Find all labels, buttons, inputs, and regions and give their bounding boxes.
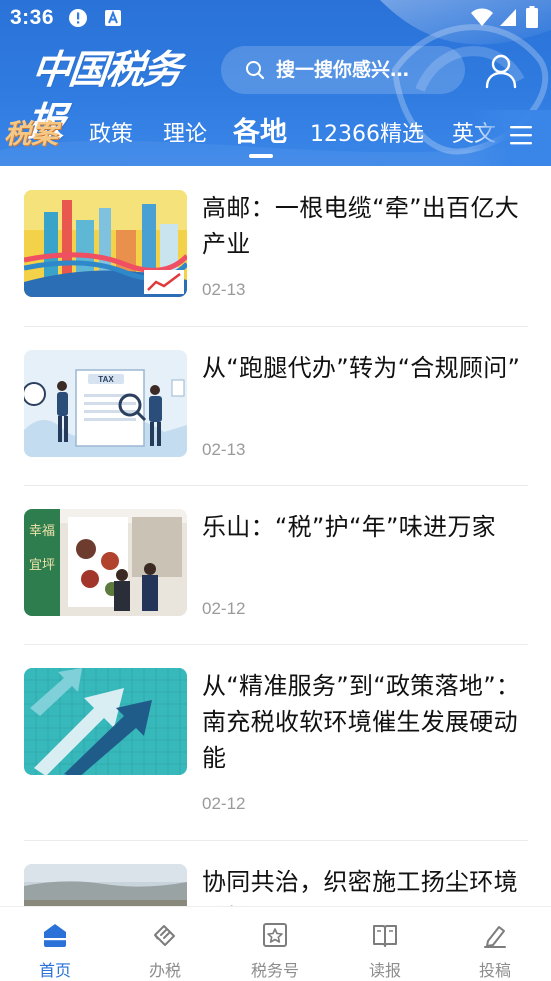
article-title: 乐山：“税”护“年”味进万家 (202, 513, 496, 541)
tab-policy[interactable]: 政策 (89, 118, 133, 152)
list-divider (24, 840, 528, 841)
banner-text-2: 宜坪 (29, 558, 55, 573)
list-divider (24, 644, 528, 645)
list-divider (24, 326, 528, 327)
article-list: 高邮：一根电缆“牵”出百亿大产业 02-13 TAX 从“跑腿代办”转为“合规顾… (0, 166, 551, 906)
article-date: 02-13 (202, 440, 246, 459)
nav-submit[interactable]: 投稿 (440, 907, 550, 981)
article-item[interactable]: 幸福 宜坪 乐山：“税”护“年”味进万家 02-12 (24, 509, 528, 618)
star-badge-icon (263, 923, 287, 947)
nav-read-paper[interactable]: 读报 (330, 907, 440, 981)
article-date: 02-12 (202, 794, 246, 813)
tax-label: TAX (98, 375, 114, 384)
article-title: 协同共治，织密施工扬尘环境防护网 (202, 868, 518, 906)
signal-icon (500, 9, 516, 26)
article-item[interactable]: TAX 从“跑腿代办”转为“合规顾问” 02-13 (24, 350, 528, 459)
status-time: 3:36 (10, 6, 55, 29)
tax-service-icon (154, 925, 175, 946)
alert-icon (69, 9, 87, 27)
menu-icon[interactable] (510, 125, 532, 145)
tab-tax-case[interactable]: 税案 (4, 118, 58, 152)
bottom-navigation: 首页 办税 税务号 读报 投稿 (0, 906, 551, 981)
nav-label: 投稿 (478, 961, 511, 980)
article-thumbnail (24, 864, 187, 906)
banner-text-1: 幸福 (29, 524, 55, 539)
tab-regional[interactable]: 各地 (233, 116, 287, 150)
search-placeholder: 搜一搜你感兴… (276, 59, 410, 81)
nav-label: 读报 (368, 961, 401, 980)
article-date: 02-13 (202, 280, 246, 299)
article-thumbnail (24, 668, 187, 775)
status-bar: 3:36 (0, 0, 551, 36)
article-thumbnail: TAX (24, 350, 187, 457)
battery-icon (526, 6, 538, 28)
article-title: 高邮：一根电缆“牵”出百亿大产业 (202, 194, 520, 258)
app-logo: 中国税务报 (24, 47, 183, 145)
nav-tax-account[interactable]: 税务号 (220, 907, 330, 981)
article-title: 从“精准服务”到“政策落地”：南充税收软环境催生发展硬动能 (202, 672, 521, 772)
nav-tax-service[interactable]: 办税 (110, 907, 220, 981)
pen-icon (484, 926, 506, 948)
article-title: 从“跑腿代办”转为“合规顾问” (202, 354, 521, 382)
app-header: 3:36 中国税务报 搜一搜你感兴… 税案 政策 理论 各地 12366精选 (0, 0, 551, 166)
tab-12366-picks[interactable]: 12366精选 (310, 118, 424, 152)
book-icon (373, 925, 397, 947)
article-date: 02-12 (202, 599, 246, 618)
search-icon (246, 61, 265, 80)
wifi-icon (471, 8, 493, 26)
nav-label: 首页 (38, 961, 71, 980)
article-item[interactable]: 高邮：一根电缆“牵”出百亿大产业 02-13 (24, 190, 528, 299)
article-item[interactable]: 从“精准服务”到“政策落地”：南充税收软环境催生发展硬动能 02-12 (24, 668, 528, 813)
category-tabs: 税案 政策 理论 各地 12366精选 英文 (0, 110, 551, 166)
nav-home[interactable]: 首页 (0, 907, 110, 981)
active-tab-indicator (249, 154, 273, 158)
article-thumbnail: 幸福 宜坪 (24, 509, 187, 616)
home-icon (44, 924, 66, 947)
article-item[interactable]: 协同共治，织密施工扬尘环境防护网 (24, 864, 528, 906)
nav-label: 税务号 (250, 961, 299, 980)
list-divider (24, 485, 528, 486)
article-thumbnail (24, 190, 187, 297)
app-notification-icon (105, 10, 121, 26)
nav-label: 办税 (148, 961, 181, 980)
tab-theory[interactable]: 理论 (163, 118, 207, 152)
search-bar[interactable]: 搜一搜你感兴… (221, 46, 465, 94)
user-profile-icon[interactable] (484, 53, 518, 89)
